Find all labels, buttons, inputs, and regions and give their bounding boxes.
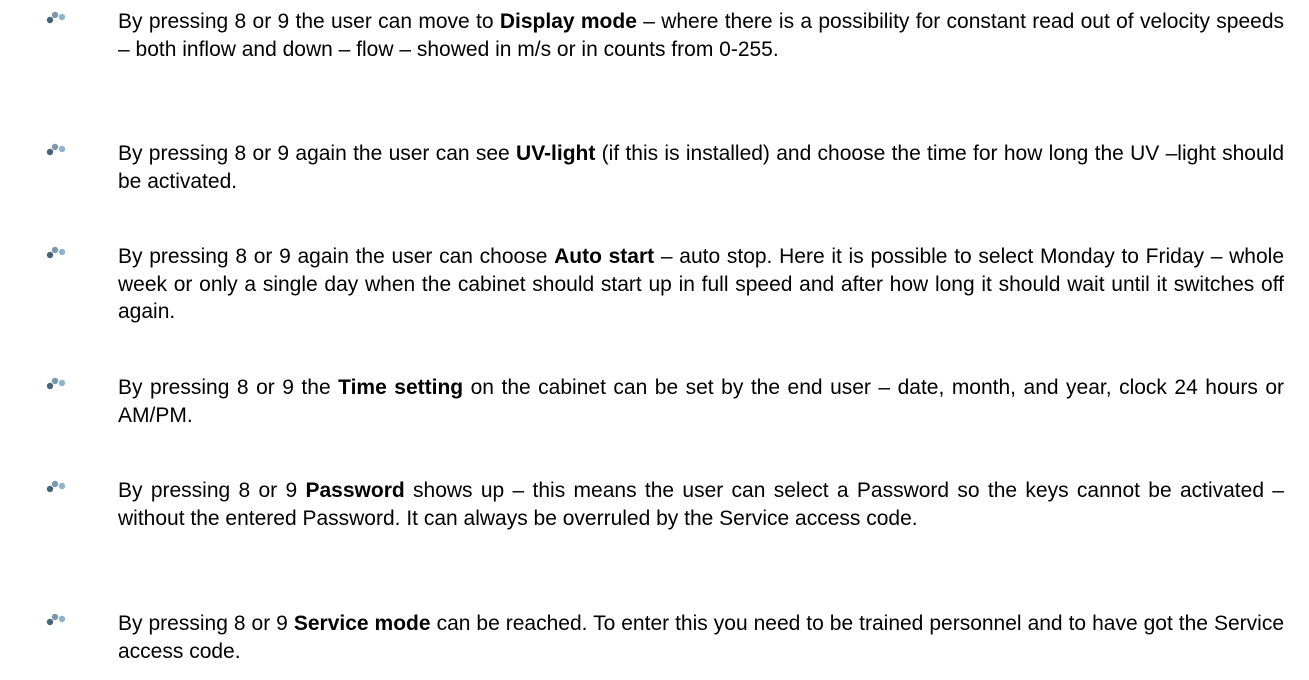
bold-term-service-mode: Service mode: [293, 612, 431, 635]
cluster-bullet-icon: [46, 377, 66, 390]
list-item-text: By pressing 8 or 9 again the user can ch…: [118, 243, 1284, 326]
text-run: By pressing 8 or 9 again the user can se…: [118, 142, 517, 165]
bold-term-display-mode: Display mode: [499, 10, 637, 33]
text-run: By pressing 8 or 9 the: [118, 376, 339, 399]
cluster-bullet-icon: [46, 143, 66, 156]
cluster-bullet-icon: [46, 11, 66, 24]
document-page: By pressing 8 or 9 the user can move to …: [0, 0, 1309, 680]
text-run: By pressing 8 or 9 again the user can ch…: [118, 245, 555, 268]
text-run: By pressing 8 or 9: [118, 612, 294, 635]
cluster-bullet-icon: [46, 480, 66, 493]
bold-term-uv-light: UV-light: [516, 142, 596, 165]
cluster-bullet-icon: [46, 246, 66, 259]
list-item-text: By pressing 8 or 9 again the user can se…: [118, 140, 1284, 195]
bold-term-password: Password: [305, 479, 405, 502]
list-item-text: By pressing 8 or 9 Password shows up – t…: [118, 477, 1284, 532]
list-item-text: By pressing 8 or 9 the Time setting on t…: [118, 374, 1284, 429]
cluster-bullet-icon: [46, 613, 66, 626]
bold-term-time-setting: Time setting: [338, 376, 464, 399]
list-item-text: By pressing 8 or 9 the user can move to …: [118, 8, 1284, 63]
text-run: By pressing 8 or 9: [118, 479, 306, 502]
list-item-text: By pressing 8 or 9 Service mode can be r…: [118, 610, 1284, 665]
text-run: By pressing 8 or 9 the user can move to: [118, 10, 500, 33]
bold-term-auto-start: Auto start: [554, 245, 655, 268]
